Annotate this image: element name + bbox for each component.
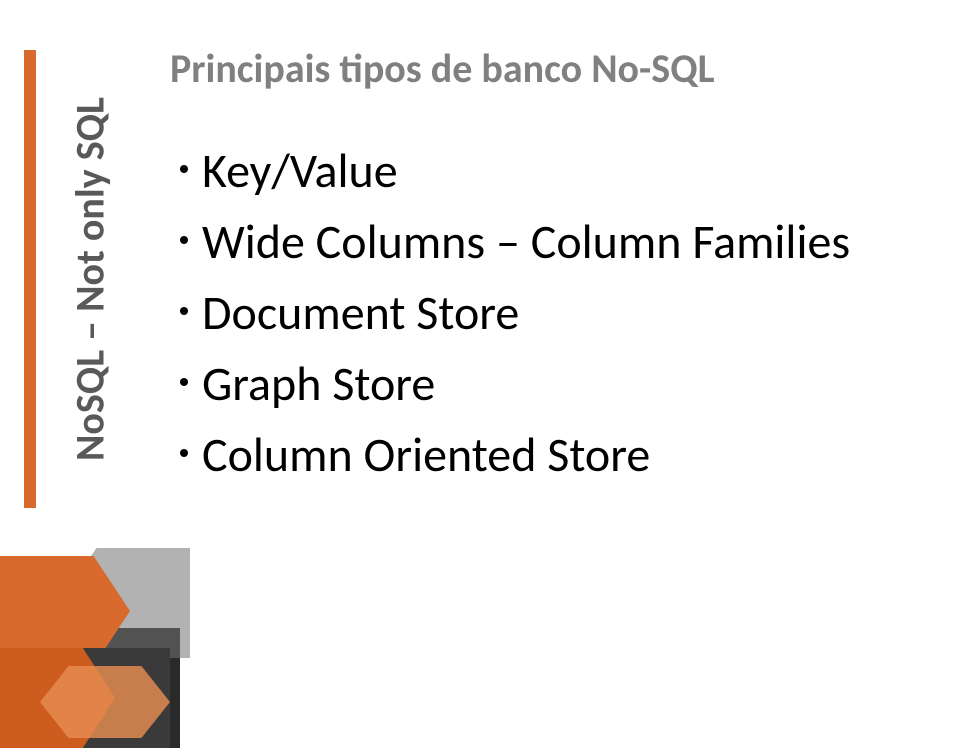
sidebar-strip: NoSQL – Not only SQL <box>24 50 144 508</box>
bullet-icon <box>180 378 188 386</box>
sidebar-label: NoSQL – Not only SQL <box>66 97 115 461</box>
list-item-label: Key/Value <box>202 135 398 206</box>
slide: NoSQL – Not only SQL Principais tipos de… <box>0 0 960 748</box>
content-area: Principais tipos de banco No-SQL Key/Val… <box>170 44 940 490</box>
list-item-label: Column Oriented Store <box>202 419 650 490</box>
bullet-icon <box>180 449 188 457</box>
list-item-label: Wide Columns – Column Families <box>202 206 850 277</box>
corner-decoration <box>0 488 200 748</box>
bullet-icon <box>180 236 188 244</box>
list-item: Graph Store <box>170 348 940 419</box>
list-item: Column Oriented Store <box>170 419 940 490</box>
list-item: Key/Value <box>170 135 940 206</box>
list-item-label: Graph Store <box>202 348 435 419</box>
list-item: Wide Columns – Column Families <box>170 206 940 277</box>
bullet-icon <box>180 307 188 315</box>
list-item-label: Document Store <box>202 277 519 348</box>
slide-title: Principais tipos de banco No-SQL <box>170 44 940 93</box>
bullet-list: Key/Value Wide Columns – Column Families… <box>170 135 940 490</box>
bullet-icon <box>180 165 188 173</box>
list-item: Document Store <box>170 277 940 348</box>
